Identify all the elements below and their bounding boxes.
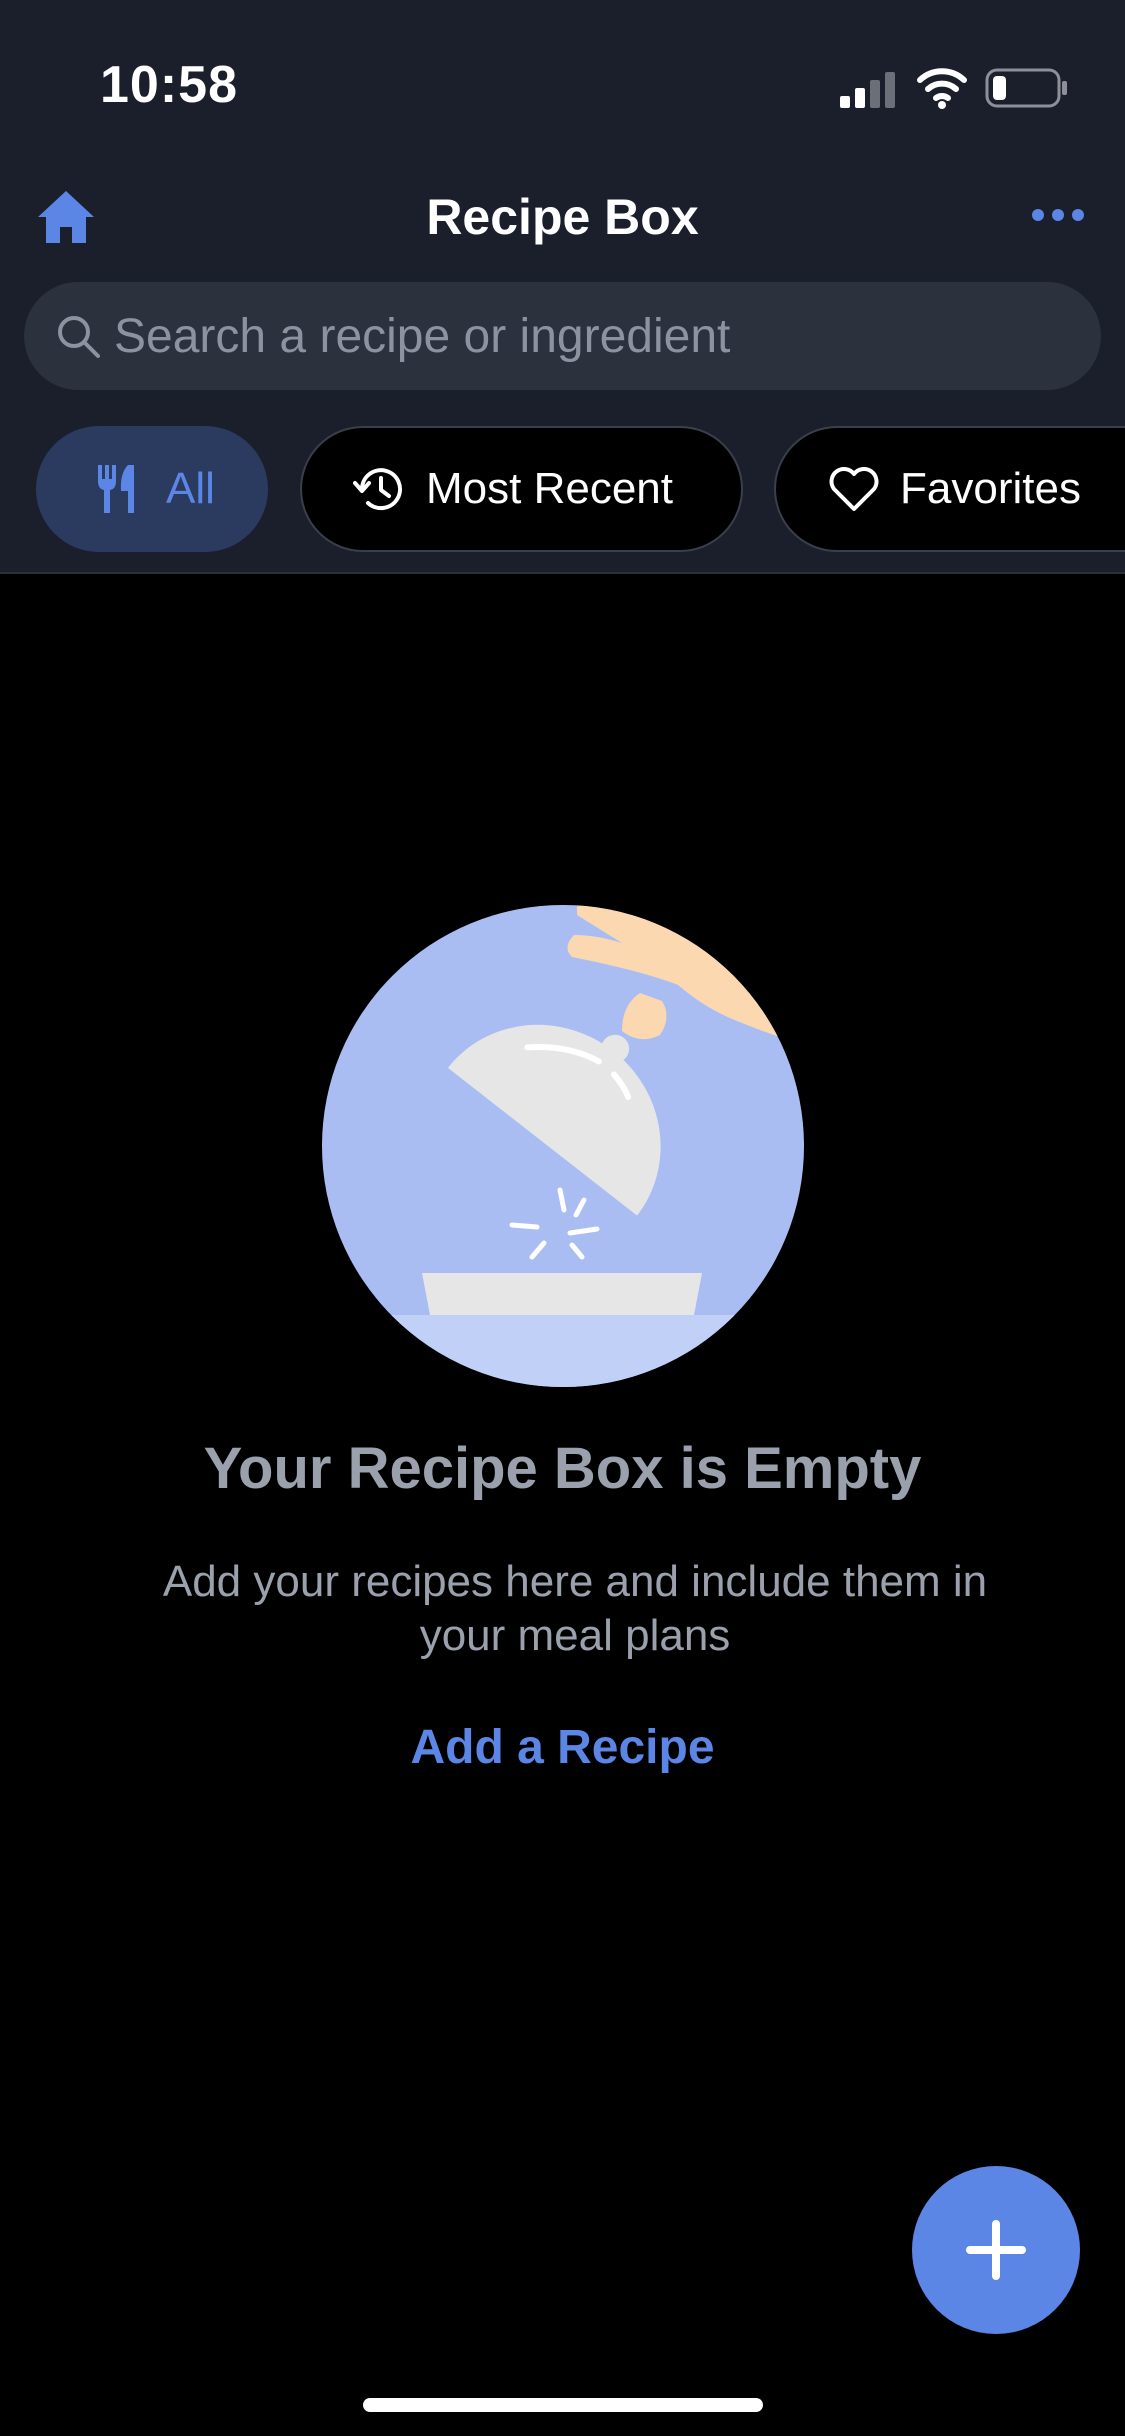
filter-chip-label: Favorites <box>900 464 1081 513</box>
battery-low-icon <box>985 68 1067 108</box>
home-indicator <box>363 2398 763 2412</box>
search-input[interactable] <box>114 282 1074 390</box>
empty-state-title: Your Recipe Box is Empty <box>203 1436 922 1501</box>
header-area: 10:58 Recipe Box Search a recipe or ingr… <box>0 0 1125 574</box>
wifi-icon <box>917 68 967 109</box>
filter-chip-all[interactable]: All <box>36 426 268 552</box>
add-recipe-link[interactable]: Add a Recipe <box>0 1720 1125 1775</box>
search-icon <box>58 316 100 358</box>
filter-chip-label: All <box>166 464 215 513</box>
plus-icon <box>966 2220 1026 2280</box>
recipe-box-screen: 10:58 Recipe Box Search a recipe or ingr… <box>0 0 1125 2436</box>
add-recipe-fab[interactable] <box>912 2166 1080 2334</box>
nav-bar: Recipe Box <box>0 170 1125 270</box>
history-clock-icon <box>353 468 402 511</box>
heart-icon <box>829 467 879 511</box>
filter-chip-most-recent[interactable]: Most Recent <box>300 426 743 552</box>
cloche-reveal-illustration <box>322 905 804 1387</box>
status-time: 10:58 <box>100 56 238 114</box>
search-bar[interactable] <box>24 282 1101 390</box>
empty-state-description: Add your recipes here and include them i… <box>162 1557 988 1660</box>
status-bar: 10:58 <box>0 0 1125 150</box>
filter-chip-favorites[interactable]: Favorites <box>774 426 1125 552</box>
page-title: Recipe Box <box>426 189 699 245</box>
fork-knife-icon <box>98 465 134 513</box>
signal-bars-icon <box>840 72 895 108</box>
filter-chip-label: Most Recent <box>426 464 673 513</box>
more-dots-icon[interactable] <box>1030 200 1086 230</box>
